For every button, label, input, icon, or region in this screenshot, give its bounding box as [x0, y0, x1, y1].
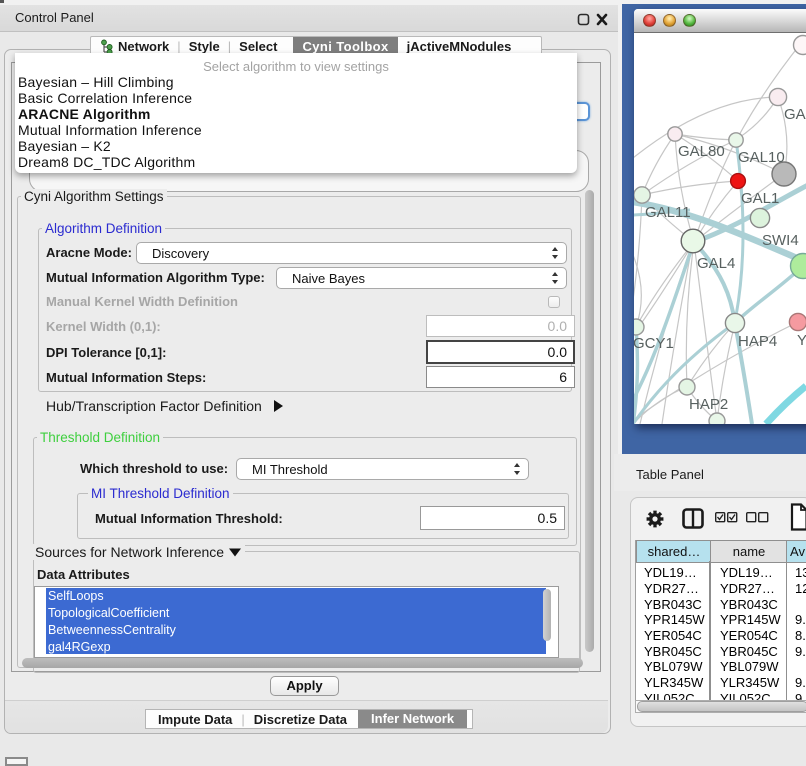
svg-text:Y: Y — [797, 332, 806, 349]
svg-text:GAL80: GAL80 — [678, 143, 725, 160]
svg-text:GAL4: GAL4 — [697, 255, 735, 272]
svg-text:GAL7: GAL7 — [784, 106, 806, 123]
svg-text:HAP4: HAP4 — [738, 333, 777, 350]
svg-text:GAL10: GAL10 — [738, 149, 785, 166]
svg-text:HAP2: HAP2 — [689, 396, 728, 413]
svg-text:GCY1: GCY1 — [634, 335, 674, 352]
svg-text:GAL11: GAL11 — [645, 204, 691, 221]
svg-text:GAL1: GAL1 — [741, 190, 779, 207]
svg-text:SWI4: SWI4 — [762, 232, 799, 249]
